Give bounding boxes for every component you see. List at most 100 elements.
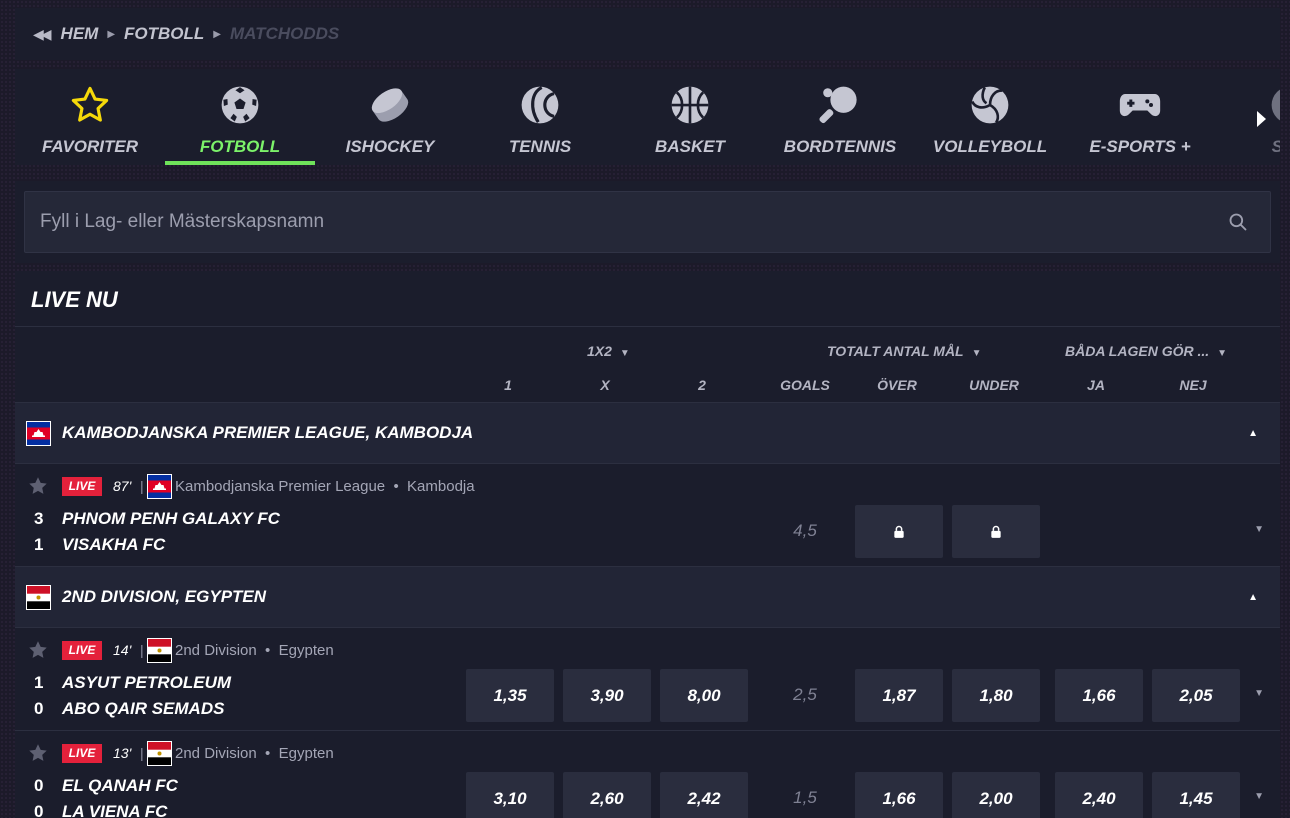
match-row: LIVE 87' | Kambodjanska Premier League •…	[15, 464, 1280, 567]
tab-label: ISHOCKEY	[345, 137, 435, 156]
tab-ishockey[interactable]: ISHOCKEY	[315, 69, 465, 165]
favorite-star-icon[interactable]	[27, 742, 49, 764]
home-team[interactable]: EL QANAH FC	[62, 776, 178, 796]
away-team[interactable]: ABO QAIR SEMADS	[62, 699, 224, 719]
live-badge: LIVE	[62, 477, 102, 496]
tab-favoriter[interactable]: FAVORITER	[15, 69, 165, 165]
away-team[interactable]: LA VIENA FC	[62, 802, 167, 818]
match-meta: Kambodjanska Premier League • Kambodja	[175, 478, 475, 495]
chevron-down-icon: ▼	[971, 348, 982, 359]
league-header[interactable]: 2ND DIVISION, EGYPTEN ▲	[15, 567, 1280, 627]
tab-fotboll[interactable]: FOTBOLL	[165, 69, 315, 165]
odds-button-2[interactable]: 2,42	[660, 772, 748, 818]
match-row: LIVE 13' | 2nd Division • Egypten 0 EL Q…	[15, 731, 1280, 818]
tab-label: E-SPORTS +	[1089, 137, 1191, 156]
column-header: NEJ	[1179, 377, 1207, 393]
chevron-down-icon[interactable]: ▼	[1254, 524, 1264, 535]
soccer-ball-icon	[218, 83, 262, 127]
egypt-flag-icon	[26, 584, 51, 610]
match-row: LIVE 14' | 2nd Division • Egypten 1 ASYU…	[15, 628, 1280, 731]
breadcrumb-fotboll[interactable]: FOTBOLL	[124, 24, 204, 44]
search-box	[24, 191, 1271, 253]
chevron-down-icon: ▼	[619, 348, 630, 359]
search-icon[interactable]	[1218, 202, 1258, 242]
match-minute: 87'	[113, 478, 132, 494]
market-1x2-dropdown[interactable]: 1X2 ▼	[587, 343, 630, 359]
match-league: Kambodjanska Premier League	[175, 478, 386, 495]
home-score: 0	[34, 776, 44, 795]
odds-button-over[interactable]: 1,87	[855, 669, 943, 722]
tab-tennis[interactable]: TENNIS	[465, 69, 615, 165]
tab-label: BORDTENNIS	[783, 137, 897, 156]
basketball-icon	[668, 83, 712, 127]
breadcrumb-home[interactable]: HEM	[61, 24, 99, 44]
tab-label: SNO	[1272, 137, 1280, 157]
search-input[interactable]	[40, 211, 1218, 233]
tab-label: FOTBOLL	[199, 137, 281, 156]
match-country: Kambodja	[407, 478, 475, 495]
match-minute: 14'	[113, 642, 132, 658]
sport-tabs: FAVORITER FOTBOLL ISHOCKEY TENNIS BASKET…	[15, 69, 1280, 165]
home-team[interactable]: ASYUT PETROLEUM	[62, 673, 231, 693]
match-meta: 2nd Division • Egypten	[175, 745, 334, 762]
cambodia-flag-icon	[26, 420, 51, 446]
league-header[interactable]: KAMBODJANSKA PREMIER LEAGUE, KAMBODJA ▲	[15, 403, 1280, 463]
tab-e-sports[interactable]: E-SPORTS +	[1065, 69, 1215, 165]
odds-button-nej[interactable]: 1,45	[1152, 772, 1240, 818]
divider	[15, 326, 1280, 327]
tab-basket[interactable]: BASKET	[615, 69, 765, 165]
volleyball-icon	[968, 83, 1012, 127]
match-minute: 13'	[113, 745, 132, 761]
match-country: Egypten	[278, 745, 334, 762]
home-score: 1	[34, 673, 44, 692]
tab-volleyboll[interactable]: VOLLEYBOLL	[915, 69, 1065, 165]
chevron-up-icon[interactable]: ▲	[1248, 428, 1258, 439]
odds-button-over[interactable]: 1,66	[855, 772, 943, 818]
odds-button-2[interactable]: 8,00	[660, 669, 748, 722]
odds-button-1[interactable]: 1,35	[466, 669, 554, 722]
favorite-star-icon[interactable]	[27, 639, 49, 661]
chevron-up-icon[interactable]: ▲	[1248, 592, 1258, 603]
market-label: BÅDA LAGEN GÖR ...	[1065, 343, 1210, 359]
away-team[interactable]: VISAKHA FC	[62, 535, 165, 555]
snooker-icon	[1268, 83, 1280, 127]
market-total-dropdown[interactable]: TOTALT ANTAL MÅL ▼	[827, 343, 982, 359]
egypt-flag-icon	[147, 638, 172, 663]
odds-button-ja[interactable]: 1,66	[1055, 669, 1143, 722]
tab-snooker[interactable]: SNO	[1215, 69, 1280, 165]
live-badge: LIVE	[62, 744, 102, 763]
market-label: 1X2	[587, 343, 612, 359]
tab-bordtennis[interactable]: BORDTENNIS	[765, 69, 915, 165]
lock-icon	[991, 525, 1001, 538]
goals-line: 2,5	[793, 685, 817, 704]
chevron-down-icon[interactable]: ▼	[1254, 791, 1264, 802]
away-score: 1	[34, 535, 44, 554]
match-league: 2nd Division	[175, 642, 257, 659]
separator: |	[140, 745, 144, 761]
home-team[interactable]: PHNOM PENH GALAXY FC	[62, 509, 280, 529]
market-btts-dropdown[interactable]: BÅDA LAGEN GÖR ... ▼	[1065, 343, 1227, 359]
favorite-star-icon[interactable]	[27, 475, 49, 497]
away-score: 0	[34, 699, 44, 718]
column-header: 2	[698, 377, 706, 393]
breadcrumb-separator-icon: ▶	[213, 28, 221, 40]
tab-label: TENNIS	[508, 137, 572, 156]
odds-button-ja[interactable]: 2,40	[1055, 772, 1143, 818]
match-meta: 2nd Division • Egypten	[175, 642, 334, 659]
odds-button-under[interactable]: 2,00	[952, 772, 1040, 818]
odds-button-x[interactable]: 2,60	[563, 772, 651, 818]
league-name: 2ND DIVISION, EGYPTEN	[62, 587, 267, 606]
odds-button-nej[interactable]: 2,05	[1152, 669, 1240, 722]
scroll-right-icon[interactable]	[1257, 111, 1266, 127]
gamepad-icon	[1118, 83, 1162, 127]
chevron-down-icon[interactable]: ▼	[1254, 688, 1264, 699]
match-country: Egypten	[278, 642, 334, 659]
live-badge: LIVE	[62, 641, 102, 660]
hockey-puck-icon	[368, 83, 412, 127]
odds-button-1[interactable]: 3,10	[466, 772, 554, 818]
tab-label: BASKET	[655, 137, 725, 156]
odds-button-under[interactable]: 1,80	[952, 669, 1040, 722]
search-section	[15, 181, 1280, 263]
double-left-arrow-icon[interactable]: ◀◀	[33, 26, 51, 43]
odds-button-x[interactable]: 3,90	[563, 669, 651, 722]
